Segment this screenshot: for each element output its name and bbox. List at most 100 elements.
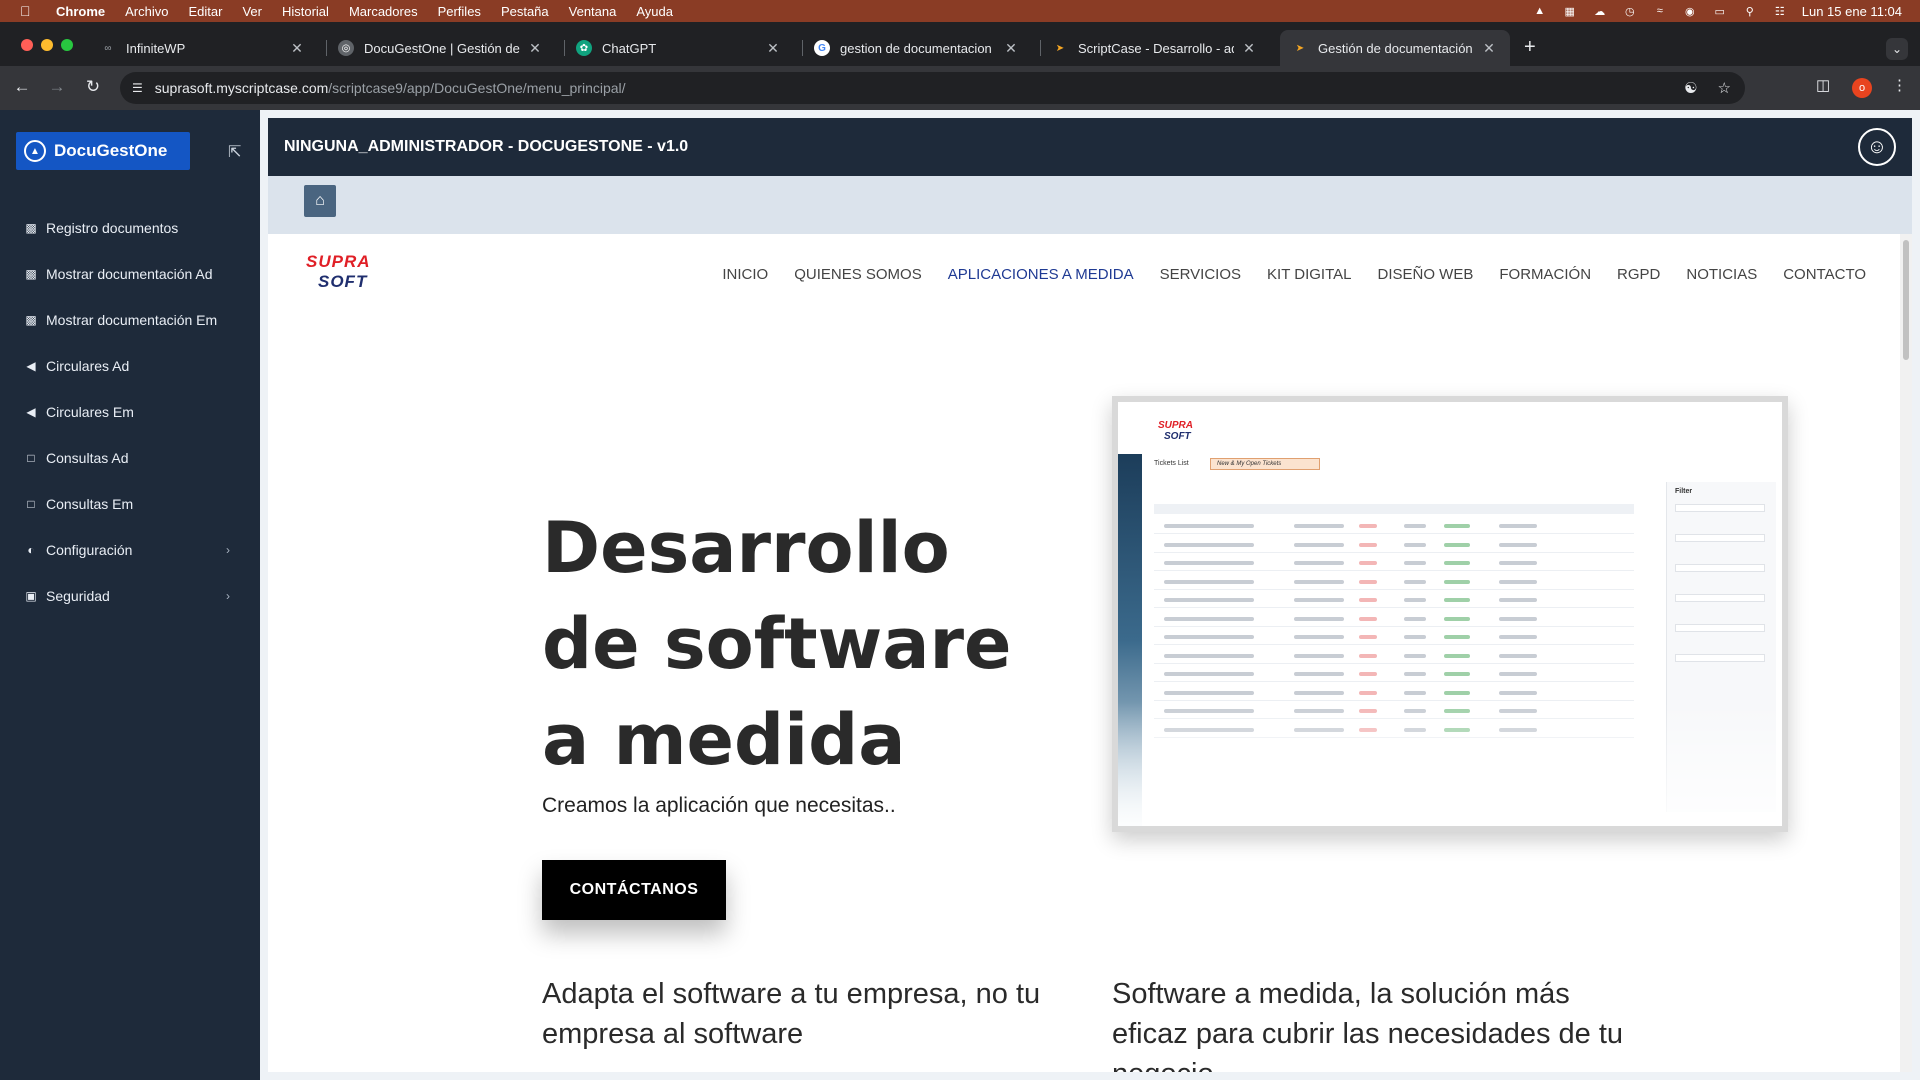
drive-icon[interactable]: ▲ bbox=[1532, 4, 1548, 18]
spotlight-search-icon[interactable]: ⚲ bbox=[1742, 4, 1758, 18]
nav-inicio[interactable]: INICIO bbox=[722, 266, 768, 283]
zoom-window-button[interactable] bbox=[61, 39, 73, 51]
bookmark-star-icon[interactable]: ☆ bbox=[1718, 79, 1731, 97]
site-navigation: INICIO QUIENES SOMOS APLICACIONES A MEDI… bbox=[722, 266, 1866, 283]
user-switch-icon[interactable]: ◉ bbox=[1682, 4, 1698, 18]
tab-docugestone[interactable]: ◎ DocuGestOne | Gestión de documentación… bbox=[326, 30, 556, 66]
sidebar-item-consultas-em[interactable]: □ Consultas Em bbox=[24, 490, 240, 518]
side-panel-icon[interactable]: ◫ bbox=[1816, 76, 1830, 94]
menubar-clock[interactable]: Lun 15 ene 11:04 bbox=[1802, 4, 1902, 19]
tab-title: ScriptCase - Desarrollo - admin bbox=[1078, 40, 1234, 56]
app-sidebar: ▲ DocuGestOne ⇱ ▩ Registro documentos ▩ … bbox=[0, 110, 260, 1080]
tab-search-icon[interactable]: ⌄ bbox=[1886, 38, 1908, 60]
back-icon[interactable]: ← bbox=[11, 77, 33, 97]
menu-editar[interactable]: Editar bbox=[188, 4, 222, 19]
sidebar-item-circulares-ad[interactable]: ◀ Circulares Ad bbox=[24, 352, 240, 380]
brand-logo[interactable]: ▲ DocuGestOne bbox=[16, 132, 190, 170]
sidebar-item-label: Mostrar documentación Em bbox=[46, 312, 218, 328]
menu-marcadores[interactable]: Marcadores bbox=[349, 4, 418, 19]
sidebar-item-label: Circulares Ad bbox=[46, 358, 130, 374]
mini-list-title: Tickets List bbox=[1154, 460, 1189, 467]
menu-perfiles[interactable]: Perfiles bbox=[438, 4, 481, 19]
tab-chatgpt[interactable]: ✿ ChatGPT ✕ bbox=[564, 30, 794, 66]
close-tab-icon[interactable]: ✕ bbox=[764, 40, 782, 57]
time-machine-icon[interactable]: ◷ bbox=[1622, 4, 1638, 18]
mini-table-cell bbox=[1294, 616, 1344, 621]
close-window-button[interactable] bbox=[21, 39, 33, 51]
mini-row-divider bbox=[1154, 570, 1634, 571]
close-tab-icon[interactable]: ✕ bbox=[1240, 40, 1258, 57]
tab-scriptcase[interactable]: ➤ ScriptCase - Desarrollo - admin ✕ bbox=[1040, 30, 1270, 66]
nav-rgpd[interactable]: RGPD bbox=[1617, 266, 1660, 283]
nav-servicios[interactable]: SERVICIOS bbox=[1160, 266, 1241, 283]
frame-scrollbar[interactable] bbox=[1900, 234, 1912, 1072]
apple-icon[interactable]:  bbox=[20, 3, 38, 19]
mini-table-cell bbox=[1359, 616, 1377, 621]
user-account-icon[interactable]: ☺ bbox=[1858, 128, 1896, 166]
sidebar-item-consultas-ad[interactable]: □ Consultas Ad bbox=[24, 444, 240, 472]
close-tab-icon[interactable]: ✕ bbox=[1002, 40, 1020, 57]
sidebar-item-configuracion[interactable]: ◐ Configuración › bbox=[24, 536, 240, 564]
document-icon: ▩ bbox=[25, 221, 37, 235]
control-center-icon[interactable]: ☷ bbox=[1772, 4, 1788, 18]
nav-kit-digital[interactable]: KIT DIGITAL bbox=[1267, 266, 1351, 283]
mini-table-cell bbox=[1499, 635, 1537, 639]
menu-ayuda[interactable]: Ayuda bbox=[636, 4, 673, 19]
suprasoft-logo[interactable]: SUPRA SOFT bbox=[306, 252, 386, 302]
screenshot-fade bbox=[1118, 702, 1782, 826]
chrome-menu-icon[interactable]: ⋮ bbox=[1892, 76, 1907, 94]
address-bar[interactable]: ☰ suprasoft.myscriptcase.com/scriptcase9… bbox=[120, 72, 1745, 104]
mini-row-divider bbox=[1154, 681, 1634, 682]
close-tab-icon[interactable]: ✕ bbox=[526, 40, 544, 57]
forward-icon[interactable]: → bbox=[46, 77, 68, 97]
battery-icon[interactable]: ▭ bbox=[1712, 4, 1728, 18]
mini-row-divider bbox=[1154, 533, 1634, 534]
tab-title: gestion de documentacion para bbox=[840, 40, 996, 56]
sidebar-item-circulares-em[interactable]: ◀ Circulares Em bbox=[24, 398, 240, 426]
menu-archivo[interactable]: Archivo bbox=[125, 4, 168, 19]
scrollbar-thumb[interactable] bbox=[1903, 240, 1909, 360]
contact-button[interactable]: CONTÁCTANOS bbox=[542, 860, 726, 920]
wifi-icon[interactable]: ≈ bbox=[1652, 4, 1668, 18]
sidebar-item-mostrar-documentacion-ad[interactable]: ▩ Mostrar documentación Ad bbox=[24, 260, 240, 288]
cloud-icon[interactable]: ☁ bbox=[1592, 4, 1608, 18]
close-tab-icon[interactable]: ✕ bbox=[288, 40, 306, 57]
minimize-window-button[interactable] bbox=[41, 39, 53, 51]
menu-app-name[interactable]: Chrome bbox=[56, 4, 105, 19]
sidebar-item-seguridad[interactable]: ▣ Seguridad › bbox=[24, 582, 240, 610]
sidebar-item-mostrar-documentacion-em[interactable]: ▩ Mostrar documentación Em bbox=[24, 306, 240, 334]
translate-tray-icon[interactable]: ▦ bbox=[1562, 4, 1578, 18]
nav-diseno-web[interactable]: DISEÑO WEB bbox=[1378, 266, 1474, 283]
nav-formacion[interactable]: FORMACIÓN bbox=[1499, 266, 1591, 283]
home-icon[interactable]: ⌂ bbox=[304, 185, 336, 217]
close-tab-icon[interactable]: ✕ bbox=[1480, 40, 1498, 57]
mini-table-cell bbox=[1499, 616, 1537, 621]
nav-contacto[interactable]: CONTACTO bbox=[1783, 266, 1866, 283]
sidebar-item-registro-documentos[interactable]: ▩ Registro documentos bbox=[24, 214, 240, 242]
mini-table-cell bbox=[1444, 561, 1470, 565]
menu-ver[interactable]: Ver bbox=[242, 4, 262, 19]
nav-quienes-somos[interactable]: QUIENES SOMOS bbox=[794, 266, 922, 283]
tab-google-search[interactable]: G gestion de documentacion para ✕ bbox=[802, 30, 1032, 66]
menu-pestana[interactable]: Pestaña bbox=[501, 4, 549, 19]
tab-infinitewp[interactable]: ∞ InfiniteWP ✕ bbox=[88, 30, 318, 66]
translate-icon[interactable]: ☯ bbox=[1684, 79, 1697, 97]
site-settings-icon[interactable]: ☰ bbox=[132, 81, 143, 95]
tab-gestion-documentacion[interactable]: ➤ Gestión de documentación ✕ bbox=[1280, 30, 1510, 66]
mini-table-cell bbox=[1164, 542, 1254, 547]
reload-icon[interactable]: ↻ bbox=[82, 77, 104, 97]
menu-historial[interactable]: Historial bbox=[282, 4, 329, 19]
mini-table-cell bbox=[1444, 672, 1470, 676]
hero-subtitle: Creamos la aplicación que necesitas.. bbox=[542, 794, 896, 817]
nav-noticias[interactable]: NOTICIAS bbox=[1686, 266, 1757, 283]
app-breadcrumb-bar: ⌂ bbox=[268, 176, 1912, 234]
embedded-website: SUPRA SOFT INICIO QUIENES SOMOS APLICACI… bbox=[268, 234, 1900, 1072]
menu-ventana[interactable]: Ventana bbox=[569, 4, 617, 19]
mini-table-cell bbox=[1499, 542, 1537, 547]
document-icon: ▩ bbox=[25, 313, 37, 327]
collapse-sidebar-icon[interactable]: ⇱ bbox=[228, 142, 241, 162]
sidebar-item-label: Seguridad bbox=[46, 588, 110, 604]
new-tab-button[interactable]: + bbox=[1524, 36, 1536, 59]
nav-aplicaciones-a-medida[interactable]: APLICACIONES A MEDIDA bbox=[948, 266, 1134, 283]
profile-avatar[interactable]: o bbox=[1852, 78, 1872, 98]
